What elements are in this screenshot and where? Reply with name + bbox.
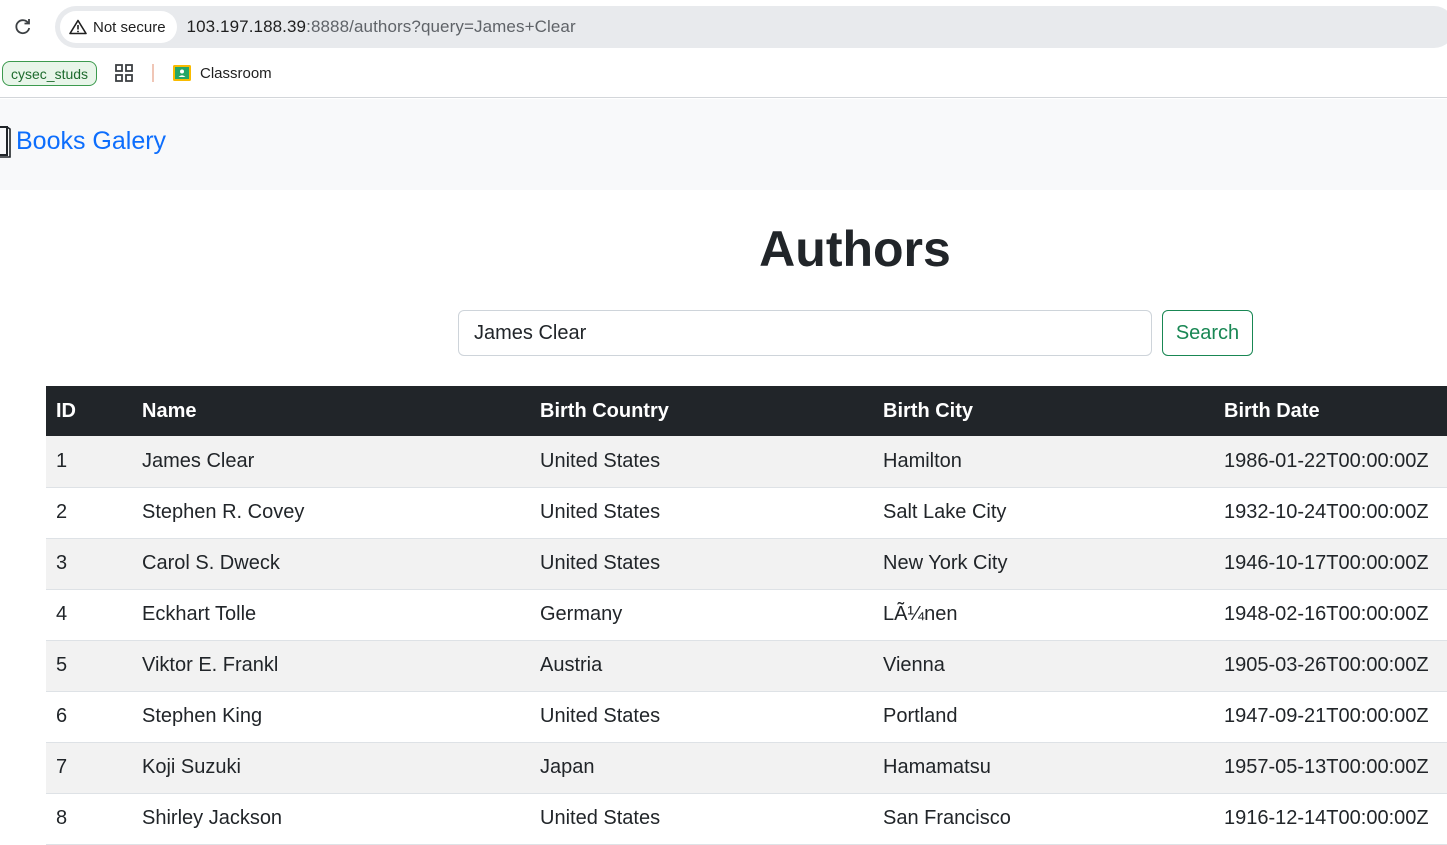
address-bar[interactable]: Not secure 103.197.188.39:8888/authors?q… — [55, 6, 1447, 48]
brand-link[interactable]: Books Galery — [0, 124, 166, 158]
cell-birth-city: Hamamatsu — [883, 756, 991, 778]
cell-id: 6 — [56, 705, 68, 727]
bookmarks-bar: cysec_studs Classroom — [0, 55, 1447, 98]
book-icon — [0, 126, 11, 158]
cell-id: 3 — [56, 552, 68, 574]
cell-id: 4 — [56, 603, 68, 625]
header-id: ID — [56, 399, 76, 422]
cell-id: 7 — [56, 756, 68, 778]
cell-name: Carol S. Dweck — [142, 552, 280, 574]
cell-birth-country: United States — [540, 501, 661, 523]
cell-birth-date: 1905-03-26T00:00:00Z — [1224, 654, 1429, 676]
profile-chip[interactable]: cysec_studs — [2, 61, 98, 86]
table-row: 6 Stephen King United States Portland 19… — [46, 691, 1447, 742]
url-path: :8888/authors?query=James+Clear — [306, 17, 576, 36]
browser-toolbar: Not secure 103.197.188.39:8888/authors?q… — [0, 0, 1447, 55]
cell-name: Stephen R. Covey — [142, 501, 305, 523]
cell-birth-country: Germany — [540, 603, 623, 625]
google-classroom-icon — [173, 65, 191, 81]
cell-birth-date: 1947-09-21T00:00:00Z — [1224, 705, 1429, 727]
bookmark-label: Classroom — [200, 64, 272, 82]
table-row: 3 Carol S. Dweck United States New York … — [46, 538, 1447, 589]
cell-id: 1 — [56, 449, 68, 472]
table-row: 2 Stephen R. Covey United States Salt La… — [46, 487, 1447, 538]
navbar: Books Galery — [0, 99, 1447, 190]
header-name: Name — [142, 399, 197, 422]
apps-button[interactable] — [114, 63, 134, 83]
cell-birth-city: Portland — [883, 705, 958, 727]
table-row: 1 James Clear United States Hamilton 198… — [46, 436, 1447, 487]
warning-icon — [69, 19, 87, 35]
cell-birth-date: 1986-01-22T00:00:00Z — [1224, 449, 1429, 472]
cell-name: James Clear — [142, 449, 255, 472]
cell-birth-city: Hamilton — [883, 449, 962, 472]
cell-birth-city: Vienna — [883, 654, 945, 676]
table-row: 7 Koji Suzuki Japan Hamamatsu 1957-05-13… — [46, 742, 1447, 793]
bookmark-classroom[interactable]: Classroom — [172, 61, 272, 85]
authors-table: ID Name Birth Country Birth City Birth D… — [46, 386, 1447, 845]
cell-birth-country: United States — [540, 552, 661, 574]
cell-name: Shirley Jackson — [142, 807, 283, 829]
cell-birth-country: United States — [540, 705, 661, 727]
table-row: 5 Viktor E. Frankl Austria Vienna 1905-0… — [46, 640, 1447, 691]
cell-name: Eckhart Tolle — [142, 603, 257, 625]
security-indicator[interactable]: Not secure — [60, 11, 177, 43]
cell-id: 8 — [56, 807, 68, 829]
bookmarks-divider — [152, 64, 154, 82]
cell-id: 2 — [56, 501, 68, 523]
url-host: 103.197.188.39 — [186, 17, 307, 36]
page-title: Authors — [759, 221, 951, 277]
cell-birth-date: 1948-02-16T00:00:00Z — [1224, 603, 1429, 625]
cell-name: Koji Suzuki — [142, 756, 241, 778]
reload-icon — [15, 19, 31, 35]
cell-birth-country: United States — [540, 449, 661, 472]
apps-grid-icon — [115, 64, 133, 82]
cell-birth-date: 1916-12-14T00:00:00Z — [1224, 807, 1429, 829]
cell-birth-city: San Francisco — [883, 807, 1011, 829]
cell-birth-city: New York City — [883, 552, 1008, 574]
header-birth-date: Birth Date — [1224, 399, 1320, 422]
header-birth-country: Birth Country — [540, 399, 669, 422]
table-header-row: ID Name Birth Country Birth City Birth D… — [46, 386, 1447, 436]
cell-birth-country: Japan — [540, 756, 595, 778]
table-row: 8 Shirley Jackson United States San Fran… — [46, 793, 1447, 844]
url-text[interactable]: 103.197.188.39:8888/authors?query=James+… — [187, 17, 576, 37]
search-input[interactable] — [458, 310, 1152, 356]
search-button[interactable]: Search — [1162, 310, 1253, 356]
cell-name: Viktor E. Frankl — [142, 654, 279, 676]
brand-title: Books Galery — [16, 126, 167, 155]
cell-birth-country: United States — [540, 807, 661, 829]
cell-birth-city: Salt Lake City — [883, 501, 1007, 523]
cell-name: Stephen King — [142, 705, 263, 727]
cell-id: 5 — [56, 654, 68, 676]
cell-birth-country: Austria — [540, 654, 603, 676]
cell-birth-city: LÃ¼nen — [883, 603, 958, 625]
security-label: Not secure — [93, 18, 166, 36]
cell-birth-date: 1932-10-24T00:00:00Z — [1224, 501, 1429, 523]
reload-button[interactable] — [10, 14, 36, 40]
cell-birth-date: 1946-10-17T00:00:00Z — [1224, 552, 1429, 574]
cell-birth-date: 1957-05-13T00:00:00Z — [1224, 756, 1429, 778]
header-birth-city: Birth City — [883, 399, 973, 422]
table-row: 4 Eckhart Tolle Germany LÃ¼nen 1948-02-1… — [46, 589, 1447, 640]
